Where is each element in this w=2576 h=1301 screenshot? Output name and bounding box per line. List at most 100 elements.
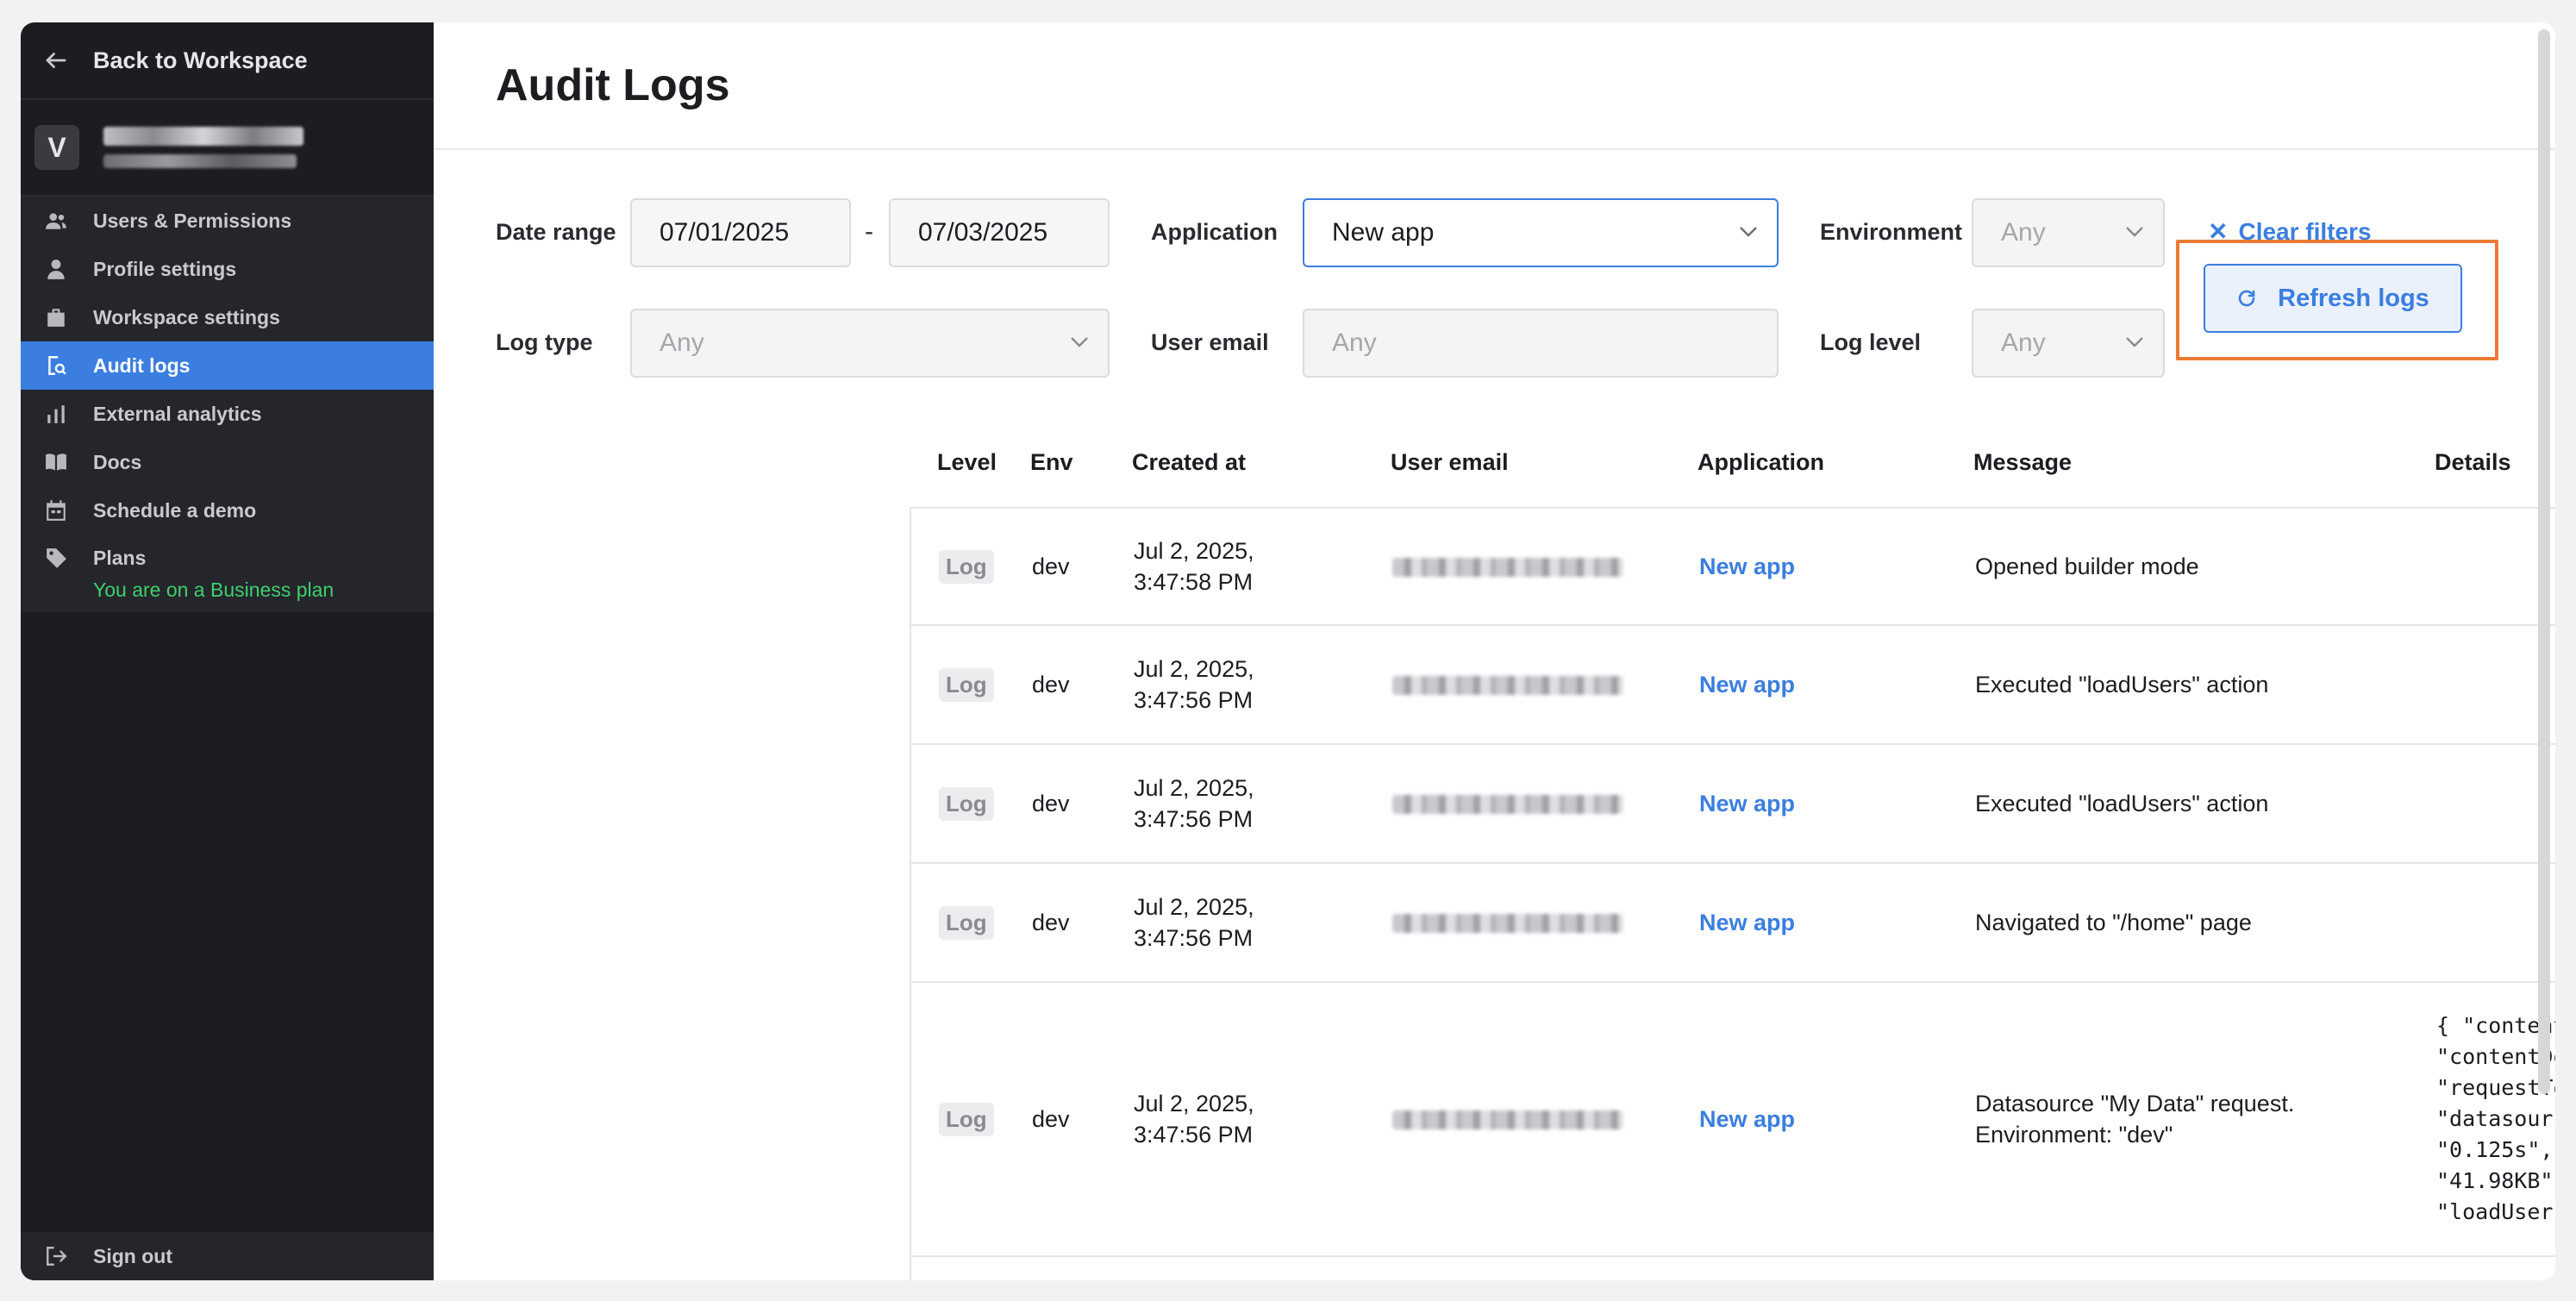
- sidebar-item-profile-settings[interactable]: Profile settings: [21, 245, 434, 293]
- log-level-badge: Log: [939, 786, 994, 821]
- application-link[interactable]: New app: [1699, 1106, 1795, 1132]
- users-icon: [46, 213, 66, 229]
- table-row[interactable]: Log dev Jul 2, 2025, 3:47:56 PM New app Execu…: [910, 626, 2555, 745]
- sidebar-item-label: Schedule a demo: [93, 498, 257, 522]
- column-header-details[interactable]: Details: [2435, 447, 2555, 478]
- sidebar-item-schedule-demo[interactable]: Schedule a demo: [21, 486, 434, 535]
- sign-out-button[interactable]: Sign out: [21, 1232, 434, 1280]
- date-from-input[interactable]: 07/01/2025: [630, 198, 851, 267]
- column-header-level[interactable]: Level: [910, 449, 1030, 476]
- sidebar-item-audit-logs[interactable]: Audit logs: [21, 341, 434, 390]
- user-email-cell: [1392, 910, 1699, 936]
- user-email-redacted: [1392, 676, 1623, 696]
- created-date: Jul 2, 2025,: [1134, 538, 1254, 564]
- table-row[interactable]: Log dev Jul 2, 2025, 3:47:56 PM New app Execu…: [910, 745, 2555, 864]
- sign-out-icon: [47, 1247, 67, 1266]
- application-label: Application: [1151, 219, 1278, 245]
- application-link[interactable]: New app: [1699, 910, 1795, 935]
- user-email-cell: [1392, 791, 1699, 817]
- environment-select[interactable]: Any: [1972, 198, 2165, 267]
- user-email-input[interactable]: Any: [1303, 309, 1779, 378]
- sidebar-item-label: Audit logs: [93, 353, 191, 377]
- table-row[interactable]: Log dev Jul 2, 2025, 3:47:56 PM New app Navig…: [910, 864, 2555, 983]
- column-header-env[interactable]: Env: [1030, 449, 1132, 476]
- refresh-logs-button[interactable]: Refresh logs: [2204, 264, 2462, 333]
- user-email-cell: [1392, 554, 1699, 580]
- date-range-label: Date range: [496, 219, 616, 245]
- column-header-message[interactable]: Message: [1973, 447, 2435, 478]
- table-row[interactable]: Log dev Jul 2, 2025, 3:47:56 PM New app Datas…: [910, 983, 2555, 1257]
- sidebar-item-plans[interactable]: Plans You are on a Business plan: [21, 535, 434, 601]
- main-content: Audit Logs Date range 07/01/2025 - 07/03…: [434, 22, 2555, 1280]
- scrollbar[interactable]: [2538, 29, 2550, 1094]
- sidebar-item-docs[interactable]: Docs: [21, 438, 434, 486]
- created-at-cell: Jul 2, 2025, 3:47:56 PM: [1134, 654, 1392, 716]
- sidebar-item-label: Users & Permissions: [93, 209, 292, 232]
- environment-label: Environment: [1820, 219, 1963, 245]
- log-level-badge: Log: [939, 1102, 994, 1136]
- user-email-redacted: [1392, 795, 1623, 815]
- back-to-workspace-label: Back to Workspace: [93, 47, 308, 73]
- sidebar-item-label: Profile settings: [93, 257, 237, 280]
- page-title: Audit Logs: [496, 60, 730, 110]
- message-cell: Executed "loadUsers" action: [1975, 791, 2269, 816]
- date-to-input[interactable]: 07/03/2025: [889, 198, 1110, 267]
- table-row[interactable]: LogdevJul 2, 2025,: [910, 1257, 2555, 1280]
- created-time: 3:47:56 PM: [1134, 806, 1254, 832]
- column-header-user-email[interactable]: User email: [1391, 449, 1698, 476]
- page-header: Audit Logs: [434, 22, 2555, 150]
- user-email-redacted: [1392, 1110, 1623, 1130]
- application-link[interactable]: New app: [1699, 791, 1795, 816]
- chevron-down-icon: [1740, 227, 1757, 237]
- avatar: V: [34, 125, 79, 170]
- book-icon: [46, 453, 66, 471]
- person-icon: [47, 260, 65, 279]
- application-link[interactable]: New app: [1699, 672, 1795, 697]
- column-header-created-at[interactable]: Created at: [1132, 447, 1391, 478]
- log-type-select[interactable]: Any: [630, 309, 1110, 378]
- log-level-label: Log level: [1820, 329, 1922, 355]
- sidebar-item-external-analytics[interactable]: External analytics: [21, 390, 434, 438]
- user-email-redacted: [1392, 558, 1623, 578]
- table-row[interactable]: Log dev Jul 2, 2025, 3:47:58 PM New app Opene…: [910, 507, 2555, 626]
- log-level-select-value: Any: [2001, 328, 2046, 357]
- created-date: Jul 2, 2025,: [1134, 775, 1254, 801]
- table-header: Level Env Created at User email Applicat…: [910, 417, 2555, 507]
- app-window: Back to Workspace V Users & Permissions …: [21, 22, 2555, 1280]
- log-type-label: Log type: [496, 329, 593, 355]
- chevron-down-icon: [1071, 337, 1088, 347]
- audit-search-icon: [48, 356, 66, 375]
- user-email-cell: [1392, 672, 1699, 698]
- message-cell: Datasource "My Data" request. Environmen…: [1975, 1091, 2295, 1148]
- sidebar-item-workspace-settings[interactable]: Workspace settings: [21, 293, 434, 341]
- application-link[interactable]: New app: [1699, 554, 1795, 579]
- user-email-cell: [1392, 1106, 1699, 1133]
- audit-logs-table: Level Env Created at User email Applicat…: [910, 417, 2555, 1280]
- chevron-down-icon: [2126, 337, 2143, 347]
- log-level-badge: Log: [939, 549, 994, 584]
- back-to-workspace-link[interactable]: Back to Workspace: [21, 22, 434, 100]
- sidebar-item-users-permissions[interactable]: Users & Permissions: [21, 197, 434, 245]
- message-cell: Opened builder mode: [1975, 554, 2199, 579]
- sidebar-item-label: Docs: [93, 450, 142, 473]
- created-time: 3:47:58 PM: [1134, 569, 1254, 595]
- created-date: Jul 2, 2025,: [1134, 1091, 1254, 1116]
- created-time: 3:47:56 PM: [1134, 687, 1254, 713]
- sidebar-item-label: Plans: [93, 547, 147, 569]
- tag-icon: [47, 548, 66, 568]
- message-cell: Executed "loadUsers" action: [1975, 672, 2269, 697]
- sidebar: Back to Workspace V Users & Permissions …: [21, 22, 434, 1280]
- bar-chart-icon: [47, 405, 65, 423]
- refresh-icon: [2238, 290, 2255, 307]
- log-level-select[interactable]: Any: [1972, 309, 2165, 378]
- application-select[interactable]: New app: [1303, 198, 1779, 267]
- user-profile[interactable]: V: [21, 100, 434, 197]
- briefcase-icon: [47, 309, 65, 327]
- sidebar-nav: Users & Permissions Profile settings Wor…: [21, 197, 434, 612]
- created-time: 3:47:56 PM: [1134, 925, 1254, 951]
- column-header-application[interactable]: Application: [1698, 449, 1973, 476]
- created-date: Jul 2, 2025,: [1134, 656, 1254, 682]
- env-cell: dev: [1032, 671, 1070, 697]
- log-level-badge: Log: [939, 667, 994, 702]
- log-level-badge: Log: [939, 905, 994, 940]
